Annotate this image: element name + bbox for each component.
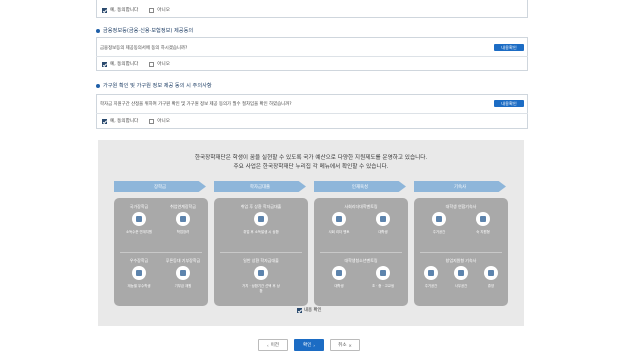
- card-caption: 초 · 중 · 고교생: [371, 284, 395, 288]
- bed-icon: [476, 212, 490, 226]
- agree-yes-label-1: 예, 동의합니다: [110, 62, 139, 67]
- student-icon: [376, 212, 390, 226]
- card-caption: 주거공간: [432, 230, 446, 234]
- agree-no-checkbox-0[interactable]: [149, 7, 155, 13]
- section2-question: 학자금 지원구간 산정을 위하여 가구원 확인 및 가구원 정보 제공 동의가 …: [100, 102, 292, 107]
- header-loan: 학자금대출: [214, 181, 306, 192]
- mentor-icon: [332, 212, 346, 226]
- cancel-button-label: 취소: [338, 343, 347, 348]
- bullet-icon: [96, 83, 100, 88]
- content-confirm-checkbox[interactable]: [297, 307, 302, 313]
- card-divider: [320, 252, 402, 253]
- card-caption: 대학생: [334, 284, 344, 288]
- card-dorm: 대학생 연합기숙사 주거공간 숙 지원형 창업지원형 기숙사 주거공간 사무공간…: [414, 198, 508, 306]
- building-icon: [424, 266, 438, 280]
- content-confirm: 내용 확인: [297, 307, 322, 313]
- section1-title: 금융정보등(금융·신용·보험정보) 제공동의: [96, 27, 193, 34]
- section2-options: 예, 동의합니다 아니오: [102, 118, 170, 124]
- card-caption: 거치 · 상환기간 선택 후 상환: [242, 284, 280, 293]
- donation-icon: [176, 266, 190, 280]
- card-title: 일반 상환 학자금대출: [243, 258, 279, 263]
- section2-divider: [96, 113, 528, 114]
- calendar-icon: [254, 266, 268, 280]
- section2-title: 가구원 확인 및 가구원 정보 제공 동의 시 주의사항: [96, 82, 212, 89]
- card-divider: [420, 252, 502, 253]
- graduation-cap-icon: [132, 266, 146, 280]
- card-caption: 숙 지원형: [476, 230, 490, 234]
- card-title: 취업 후 상환 학자금대출: [240, 204, 282, 209]
- section1-question: 금융정보등의 제공동의서에 동의 하시겠습니까?: [100, 46, 188, 51]
- office-icon: [454, 266, 468, 280]
- info-line2: 주요 사업은 한국장학재단 누리집 각 메뉴에서 확인할 수 있습니다.: [233, 164, 389, 170]
- prev-button-label: 이전: [270, 343, 280, 348]
- agree-no-label-2: 아니오: [157, 119, 170, 124]
- info-line1: 한국장학재단은 학생이 꿈을 실현할 수 있도록 국가 예산으로 다양한 지원제…: [194, 155, 428, 161]
- header-dorm: 기숙사: [414, 181, 506, 192]
- agree-no-label-0: 아니오: [157, 8, 170, 13]
- card-caption: 소득수준 연계지원: [125, 230, 153, 234]
- card-scholarship: 국가장학금 취업연계장학금 소득수준 연계지원 학업장려 우수장학금 푸른등대 …: [114, 198, 208, 306]
- children-icon: [376, 266, 390, 280]
- card-caption: 취업 후 소득발생 시 상환: [243, 230, 279, 234]
- content-confirm-label: 내용 확인: [304, 308, 322, 313]
- card-caption: 휴양: [487, 284, 495, 288]
- card-caption: 대학생: [378, 230, 388, 234]
- card-title: 대학생청소년멘토링: [344, 258, 378, 263]
- info-panel: 한국장학재단은 학생이 꿈을 실현할 수 있도록 국가 예산으로 다양한 지원제…: [98, 140, 524, 326]
- chevron-left-icon: ‹: [266, 342, 269, 348]
- card-caption: 재능별 우수학생: [127, 284, 151, 288]
- card-loan: 취업 후 상환 학자금대출 취업 후 소득발생 시 상환 일반 상환 학자금대출…: [214, 198, 308, 306]
- close-icon: ×: [348, 342, 352, 348]
- prev-button[interactable]: ‹ 이전: [258, 339, 288, 351]
- agree-yes-label-0: 예, 동의합니다: [110, 8, 139, 13]
- card-talent: 사회리더대학멘토링 사회 리더 멘토 대학생 대학생청소년멘토링 대학생 초 ·…: [314, 198, 408, 306]
- header-scholarship: 장학금: [114, 181, 206, 192]
- student-icon: [332, 266, 346, 280]
- card-caption: 학업장려: [176, 230, 190, 234]
- section1-view-button[interactable]: 내용확인: [494, 44, 524, 51]
- building-icon: [432, 212, 446, 226]
- agree-yes-checkbox-2[interactable]: [102, 118, 107, 124]
- card-title: 사회리더대학멘토링: [344, 204, 378, 209]
- card-caption: 기부금 재원: [174, 284, 192, 288]
- agree-no-checkbox-2[interactable]: [149, 118, 155, 124]
- agree-yes-label-2: 예, 동의합니다: [110, 119, 139, 124]
- card-divider: [120, 252, 202, 253]
- bullet-icon: [96, 28, 100, 33]
- section1-title-text: 금융정보등(금융·신용·보험정보) 제공동의: [103, 28, 194, 34]
- confirm-button[interactable]: 확인 ›: [294, 339, 324, 351]
- briefcase-icon: [254, 212, 268, 226]
- card-caption: 사회 리더 멘토: [328, 230, 350, 234]
- agree-no-checkbox-1[interactable]: [149, 61, 155, 67]
- chevron-right-icon: ›: [313, 342, 316, 348]
- agree-yes-checkbox-1[interactable]: [102, 61, 107, 67]
- section2-title-text: 가구원 확인 및 가구원 정보 제공 동의 시 주의사항: [103, 83, 212, 89]
- agree-yes-checkbox-0[interactable]: [102, 7, 107, 13]
- card-title: 창업지원형 기숙사: [445, 258, 477, 263]
- card-title: 대학생 연합기숙사: [445, 204, 477, 209]
- rest-icon: [484, 266, 498, 280]
- book-icon: [176, 212, 190, 226]
- agree-no-label-1: 아니오: [157, 62, 170, 67]
- section1-divider: [96, 56, 528, 57]
- people-icon: [132, 212, 146, 226]
- section2-view-button[interactable]: 내용확인: [494, 100, 524, 107]
- card-divider: [220, 252, 302, 253]
- section1-options: 예, 동의합니다 아니오: [102, 61, 170, 67]
- confirm-button-label: 확인: [302, 343, 312, 348]
- header-talent: 인재육성: [314, 181, 406, 192]
- cancel-button[interactable]: 취소 ×: [330, 339, 360, 351]
- section0-options: 예, 동의합니다 아니오: [102, 7, 170, 13]
